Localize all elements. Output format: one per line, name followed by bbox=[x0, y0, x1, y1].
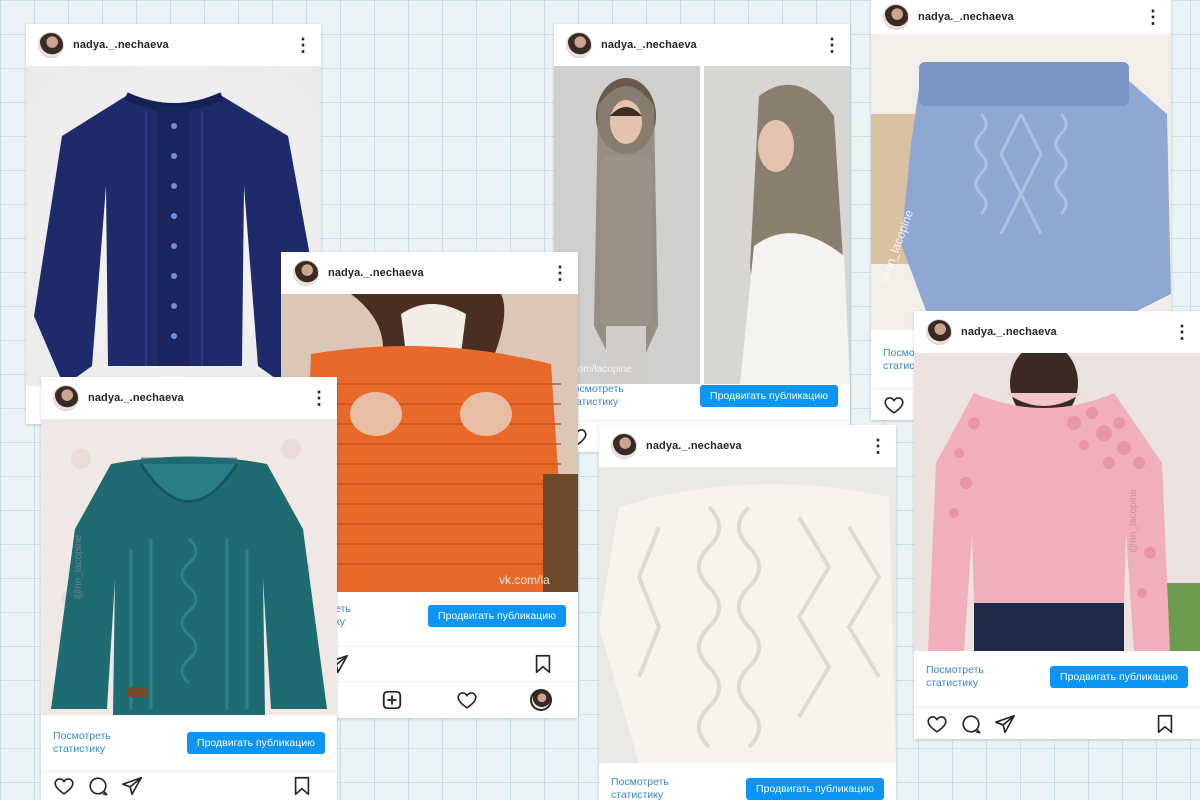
hooded-scarf-image: vk.com/lacopine bbox=[554, 66, 850, 384]
post-photo[interactable]: vk.com/lacopine bbox=[554, 66, 850, 384]
promote-post-button[interactable]: Продвигать публикацию bbox=[187, 732, 325, 754]
stats-row: Посмотреть статистику Продвигать публика… bbox=[41, 723, 337, 763]
comment-icon[interactable] bbox=[87, 775, 109, 797]
username[interactable]: nadya._.nechaeva bbox=[601, 39, 822, 51]
watermark: @nn_lacopine bbox=[1128, 488, 1139, 553]
more-options-icon[interactable]: ⋮ bbox=[309, 389, 329, 407]
post-header: nadya._.nechaeva ⋮ bbox=[281, 252, 578, 294]
view-stats-link[interactable]: Посмотреть статистику bbox=[53, 730, 123, 756]
post-header: nadya._.nechaeva ⋮ bbox=[41, 377, 337, 419]
more-options-icon[interactable]: ⋮ bbox=[868, 437, 888, 455]
bookmark-icon[interactable] bbox=[291, 775, 313, 797]
username[interactable]: nadya._.nechaeva bbox=[646, 440, 868, 452]
username[interactable]: nadya._.nechaeva bbox=[73, 39, 293, 51]
post-header: nadya._.nechaeva ⋮ bbox=[554, 24, 850, 66]
teal-sweater-image: @nn_lacopine bbox=[41, 419, 337, 715]
post-card: nadya._.nechaeva ⋮ @nn_lacopine Посмотре… bbox=[41, 377, 337, 800]
post-card: nadya._.nechaeva ⋮ Посмотреть статистику… bbox=[599, 425, 896, 800]
more-options-icon[interactable]: ⋮ bbox=[1172, 323, 1192, 341]
post-actions bbox=[41, 771, 337, 800]
comment-icon[interactable] bbox=[960, 713, 982, 735]
more-options-icon[interactable]: ⋮ bbox=[822, 36, 842, 54]
stats-row: Посмотреть статистику Продвигать публика… bbox=[914, 657, 1200, 697]
avatar[interactable] bbox=[293, 260, 319, 286]
post-header: nadya._.nechaeva ⋮ bbox=[871, 0, 1171, 34]
post-actions bbox=[914, 707, 1200, 739]
stats-row: Посмотреть статистику Продвигать публика… bbox=[554, 376, 850, 416]
post-photo[interactable]: @nn_lacopine bbox=[41, 419, 337, 715]
post-card: nadya._.nechaeva ⋮ bbox=[26, 24, 321, 424]
paper-plane-icon[interactable] bbox=[121, 775, 143, 797]
bookmark-icon[interactable] bbox=[1154, 713, 1176, 735]
promote-post-button[interactable]: Продвигать публикацию bbox=[428, 605, 566, 627]
bookmark-icon[interactable] bbox=[532, 653, 554, 675]
post-photo[interactable] bbox=[26, 66, 321, 386]
post-card: nadya._.nechaeva ⋮ @nn_lacopine Посмотре… bbox=[914, 311, 1200, 739]
avatar[interactable] bbox=[38, 32, 64, 58]
post-header: nadya._.nechaeva ⋮ bbox=[914, 311, 1200, 353]
heart-icon[interactable] bbox=[926, 713, 948, 735]
paper-plane-icon[interactable] bbox=[994, 713, 1016, 735]
stats-row: Посмотреть статистику Продвигать публика… bbox=[599, 769, 896, 800]
watermark: @nn_lacopine bbox=[73, 534, 84, 599]
heart-icon[interactable] bbox=[883, 394, 905, 416]
username[interactable]: nadya._.nechaeva bbox=[328, 267, 550, 279]
username[interactable]: nadya._.nechaeva bbox=[961, 326, 1172, 338]
pink-sweater-image: @nn_lacopine bbox=[914, 343, 1200, 651]
more-options-icon[interactable]: ⋮ bbox=[1143, 8, 1163, 26]
promote-post-button[interactable]: Продвигать публикацию bbox=[746, 778, 884, 800]
post-photo[interactable] bbox=[599, 467, 896, 763]
post-photo[interactable]: @nn_lacopine bbox=[914, 343, 1200, 651]
heart-icon[interactable] bbox=[53, 775, 75, 797]
cream-sweater-image bbox=[599, 467, 896, 763]
username[interactable]: nadya._.nechaeva bbox=[88, 392, 309, 404]
promote-post-button[interactable]: Продвигать публикацию bbox=[1050, 666, 1188, 688]
post-photo[interactable]: @nn_lacopine bbox=[871, 34, 1171, 330]
avatar[interactable] bbox=[53, 385, 79, 411]
avatar[interactable] bbox=[926, 319, 952, 345]
post-card: nadya._.nechaeva ⋮ vk.com/lacopine Посмо… bbox=[554, 24, 850, 452]
promote-post-button[interactable]: Продвигать публикацию bbox=[700, 385, 838, 407]
avatar[interactable] bbox=[883, 4, 909, 30]
avatar[interactable] bbox=[566, 32, 592, 58]
add-post-icon[interactable] bbox=[381, 689, 403, 711]
profile-avatar-icon[interactable] bbox=[529, 689, 552, 711]
heart-icon[interactable] bbox=[456, 689, 478, 711]
view-stats-link[interactable]: Посмотреть статистику bbox=[611, 776, 681, 800]
more-options-icon[interactable]: ⋮ bbox=[550, 264, 570, 282]
post-header: nadya._.nechaeva ⋮ bbox=[26, 24, 321, 66]
navy-cardigan-image bbox=[34, 92, 321, 386]
avatar[interactable] bbox=[611, 433, 637, 459]
more-options-icon[interactable]: ⋮ bbox=[293, 36, 313, 54]
watermark: vk.com/la bbox=[499, 573, 550, 587]
blue-sweater-image: @nn_lacopine bbox=[871, 62, 1171, 324]
view-stats-link[interactable]: Посмотреть статистику bbox=[926, 664, 996, 690]
post-header: nadya._.nechaeva ⋮ bbox=[599, 425, 896, 467]
username[interactable]: nadya._.nechaeva bbox=[918, 11, 1143, 23]
